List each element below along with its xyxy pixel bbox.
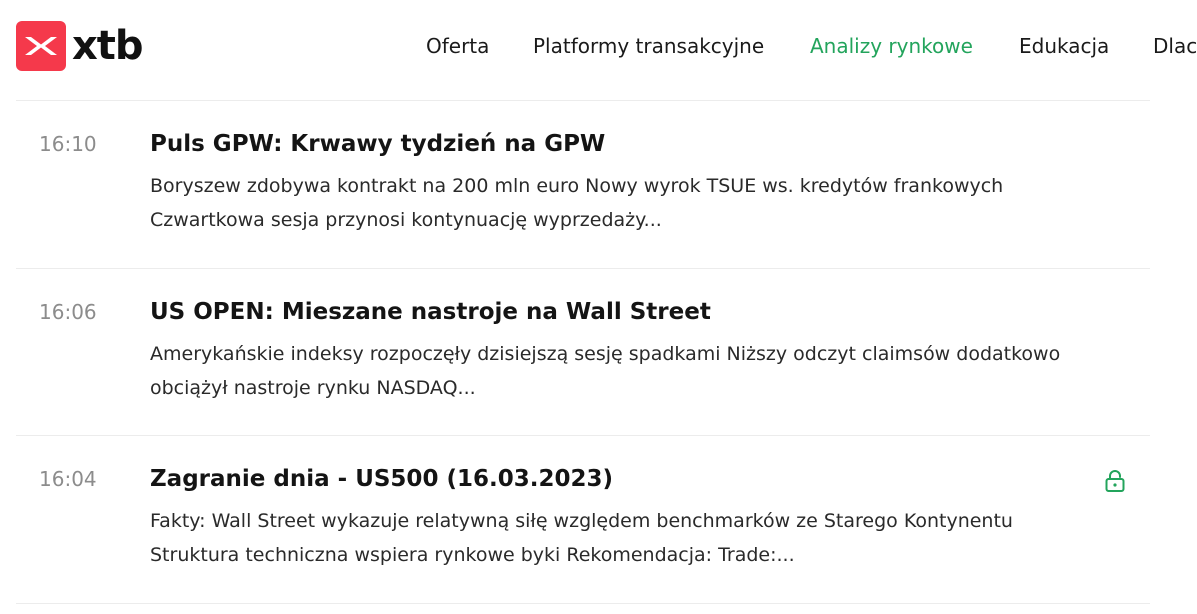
lock-icon [1105,470,1125,492]
nav-item-platformy[interactable]: Platformy transakcyjne [533,31,764,61]
news-description-line: obciążył nastroje rynku NASDAQ... [150,377,476,399]
news-title[interactable]: Puls GPW: Krwawy tydzień na GPW [150,130,605,158]
nav-item-edukacja[interactable]: Edukacja [1019,31,1109,61]
news-time: 16:06 [39,300,97,324]
nav-item-dlac[interactable]: Dlac [1153,31,1197,61]
main-nav: Oferta Platformy transakcyjne Analizy ry… [0,31,1197,61]
news-description-line: Fakty: Wall Street wykazuje relatywną si… [150,510,1013,532]
news-description-line: Czwartkowa sesja przynosi kontynuację wy… [150,209,662,231]
news-title[interactable]: US OPEN: Mieszane nastroje na Wall Stree… [150,298,711,326]
news-description: Amerykańskie indeksy rozpoczęły dzisiejs… [150,337,1090,405]
divider [16,603,1150,604]
site-header: xtb Oferta Platformy transakcyjne Analiz… [0,0,1197,100]
nav-item-analizy[interactable]: Analizy rynkowe [810,31,973,61]
news-description-line: Boryszew zdobywa kontrakt na 200 mln eur… [150,175,1004,197]
news-time: 16:04 [39,467,97,491]
news-description: Boryszew zdobywa kontrakt na 200 mln eur… [150,169,1090,237]
news-description-line: Amerykańskie indeksy rozpoczęły dzisiejs… [150,343,1061,365]
news-description: Fakty: Wall Street wykazuje relatywną si… [150,504,1090,572]
news-title[interactable]: Zagranie dnia - US500 (16.03.2023) [150,465,613,493]
news-time: 16:10 [39,132,97,156]
news-item[interactable]: 16:04 Zagranie dnia - US500 (16.03.2023)… [0,435,1197,602]
news-description-line: Struktura techniczna wspiera rynkowe byk… [150,544,795,566]
news-item[interactable]: 16:10 Puls GPW: Krwawy tydzień na GPW Bo… [0,100,1197,267]
nav-item-oferta[interactable]: Oferta [426,31,489,61]
news-item[interactable]: 16:06 US OPEN: Mieszane nastroje na Wall… [0,268,1197,435]
